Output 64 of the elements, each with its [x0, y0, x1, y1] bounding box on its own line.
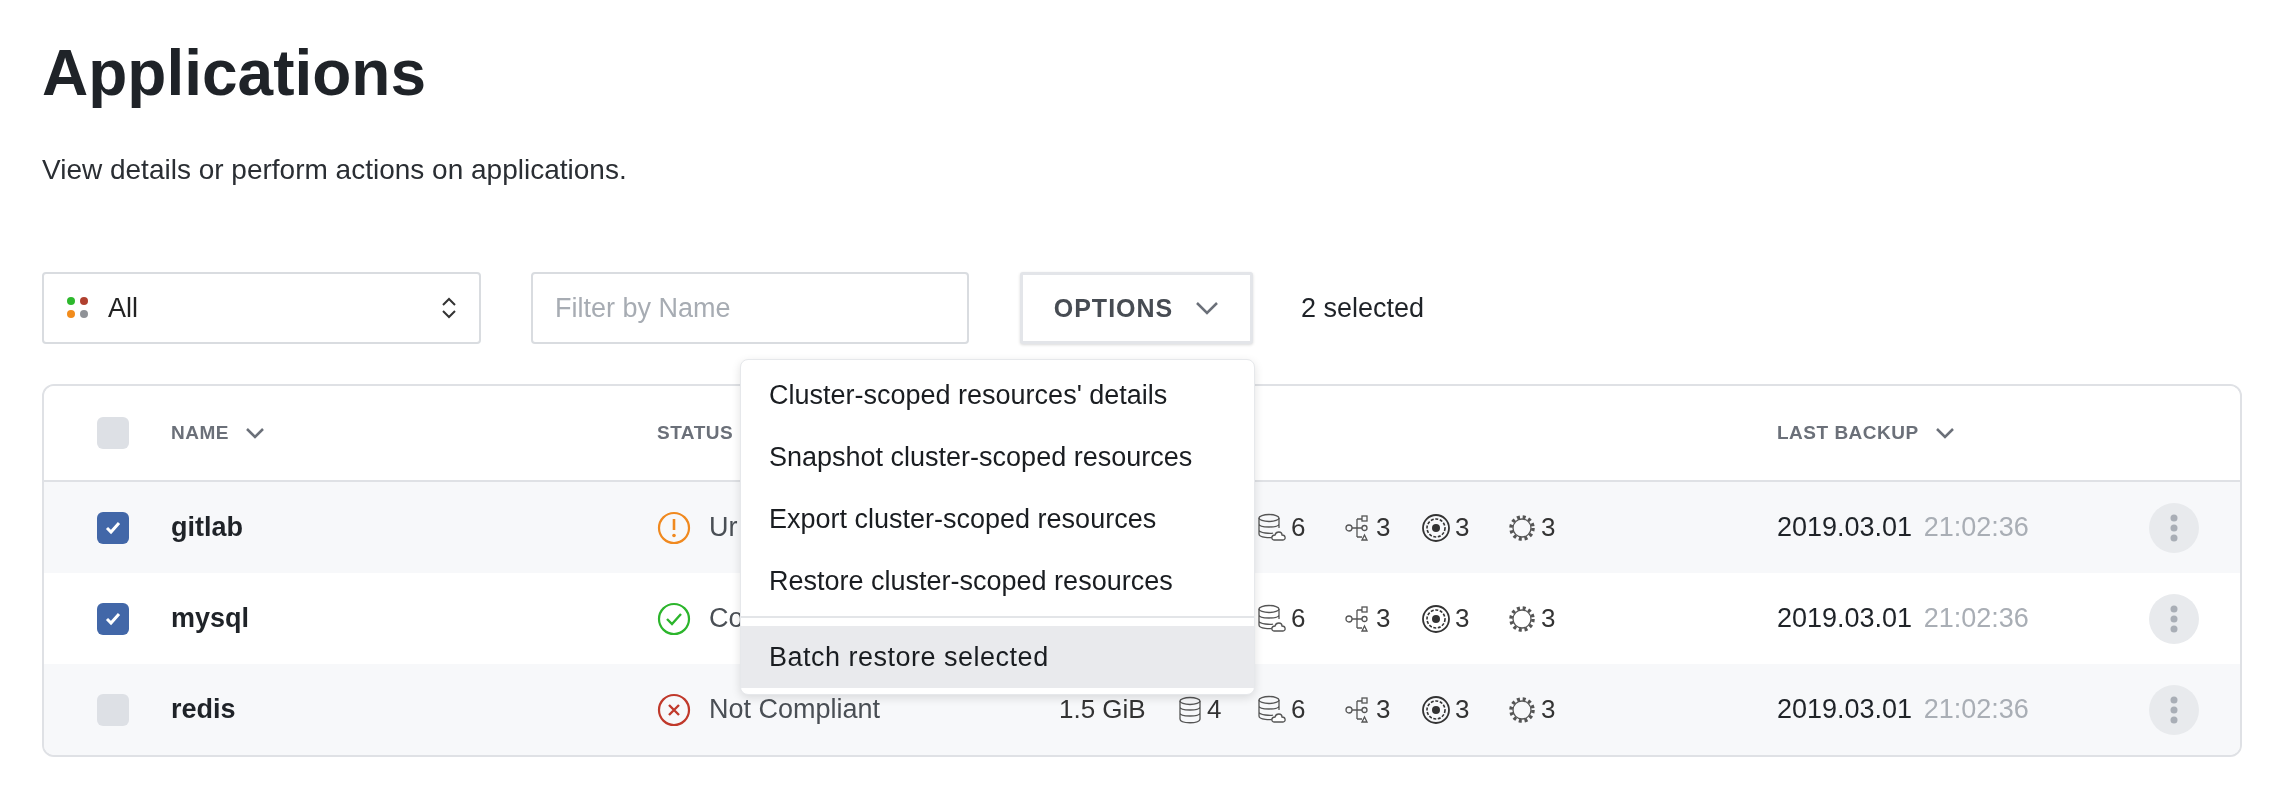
- count-text: 3: [1376, 694, 1391, 725]
- kebab-menu-icon: [2169, 694, 2179, 725]
- page-subtitle: View details or perform actions on applications.: [42, 154, 628, 186]
- kebab-menu-icon: [2169, 512, 2179, 543]
- options-button[interactable]: OPTIONS: [1020, 272, 1253, 344]
- count-text: 6: [1291, 603, 1306, 634]
- gear-ring-icon: [1421, 603, 1451, 634]
- backup-date: 2019.03.01: [1777, 694, 1913, 724]
- status-filter-dropdown[interactable]: All: [42, 272, 481, 344]
- application-name[interactable]: redis: [171, 694, 236, 724]
- count-text: 3: [1455, 603, 1470, 634]
- row-checkbox[interactable]: [96, 511, 129, 544]
- backup-date: 2019.03.01: [1777, 512, 1913, 542]
- database-icon: [1177, 695, 1203, 724]
- count-text: 3: [1541, 512, 1556, 543]
- gear-icon: [1507, 694, 1537, 725]
- row-checkbox[interactable]: [96, 693, 129, 726]
- database-cloud-icon: [1257, 512, 1287, 543]
- gear-ring-icon: [1421, 694, 1451, 725]
- database-cloud-icon: [1257, 694, 1287, 725]
- row-checkbox[interactable]: [96, 602, 129, 635]
- gear-icon: [1507, 512, 1537, 543]
- chevron-down-icon: [1195, 301, 1220, 315]
- count-text: 3: [1455, 512, 1470, 543]
- application-name[interactable]: mysql: [171, 603, 250, 633]
- gear-icon: [1507, 603, 1537, 634]
- application-name[interactable]: gitlab: [171, 512, 243, 542]
- backup-date: 2019.03.01: [1777, 603, 1913, 633]
- sort-chevron-icon[interactable]: [1934, 427, 1955, 439]
- count-text: 3: [1541, 694, 1556, 725]
- name-filter-field[interactable]: Filter by Name: [531, 272, 969, 344]
- more-options-button[interactable]: [2149, 684, 2199, 735]
- status-text: Not Compliant: [709, 694, 881, 725]
- count-text: 3: [1376, 512, 1391, 543]
- database-cloud-icon: [1257, 603, 1287, 634]
- count-text: 3: [1455, 694, 1470, 725]
- up-down-chevron-icon: [441, 296, 457, 320]
- more-options-button[interactable]: [2149, 593, 2199, 644]
- column-header[interactable]: STATUS: [657, 422, 734, 444]
- menu-item[interactable]: Snapshot cluster-scoped resources: [741, 426, 1254, 488]
- kebab-menu-icon: [2169, 603, 2179, 634]
- backup-time: 21:02:36: [1923, 694, 2029, 724]
- page-title: Applications: [42, 36, 428, 111]
- count-text: 4: [1207, 694, 1222, 725]
- count-text: 6: [1291, 512, 1306, 543]
- menu-item[interactable]: Restore cluster-scoped resources: [741, 550, 1254, 612]
- column-header[interactable]: NAME: [171, 422, 229, 444]
- selection-count: 2 selected: [1301, 292, 1425, 324]
- count-text: 3: [1376, 603, 1391, 634]
- backup-time: 21:02:36: [1923, 512, 2029, 542]
- status-text: Ur: [709, 512, 738, 543]
- backup-time: 21:02:36: [1923, 603, 2029, 633]
- sort-chevron-icon[interactable]: [244, 427, 265, 439]
- menu-item[interactable]: Cluster-scoped resources' details: [741, 364, 1254, 426]
- column-header[interactable]: LAST BACKUP: [1777, 422, 1919, 444]
- status-dots-icon: [66, 296, 90, 320]
- select-all-checkbox[interactable]: [96, 417, 129, 449]
- size-text: 1.5 GiB: [1059, 694, 1146, 724]
- menu-item[interactable]: Export cluster-scoped resources: [741, 488, 1254, 550]
- menu-item[interactable]: Batch restore selected: [741, 626, 1254, 688]
- count-text: 6: [1291, 694, 1306, 725]
- more-options-button[interactable]: [2149, 502, 2199, 553]
- gear-ring-icon: [1421, 512, 1451, 543]
- count-text: 3: [1541, 603, 1556, 634]
